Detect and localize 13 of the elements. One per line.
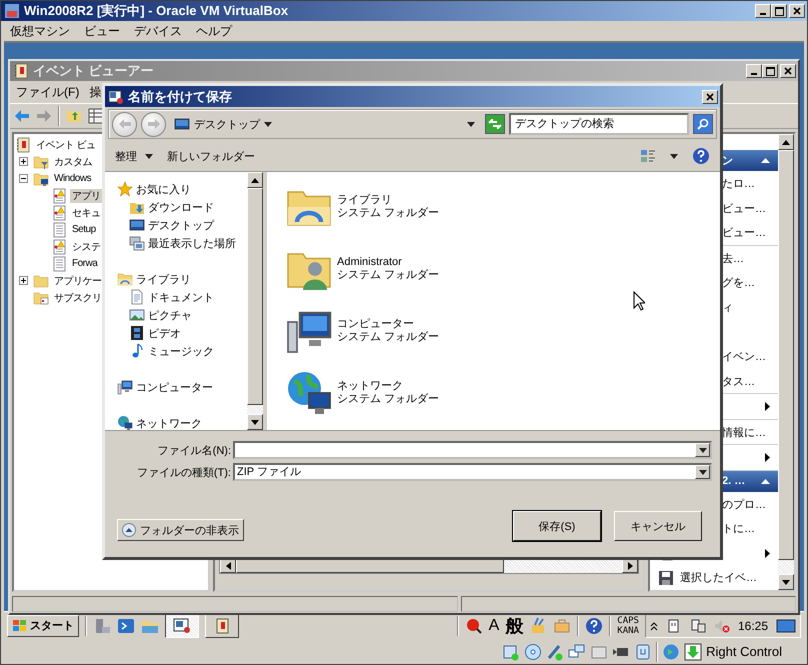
item-type: システム フォルダー: [337, 331, 440, 344]
caps-indicator: CAPS: [617, 616, 639, 626]
item-type: システム フォルダー: [337, 269, 440, 282]
host-key-label: Right Control: [706, 644, 782, 659]
dialog-title: 名前を付けて保存: [128, 88, 233, 106]
field-label: ファイルの種類(T):: [136, 466, 231, 480]
item-type: システム フォルダー: [337, 393, 440, 406]
kana-indicator: KANA: [617, 626, 639, 636]
item-type: システム フォルダー: [337, 207, 440, 220]
window-title: Win2008R2 [実行中] - Oracle VM VirtualBox: [24, 2, 290, 20]
window-title: イベント ビューアー: [33, 62, 155, 80]
field-label: ファイル名(N):: [156, 444, 231, 458]
section-title: ン: [722, 154, 733, 168]
